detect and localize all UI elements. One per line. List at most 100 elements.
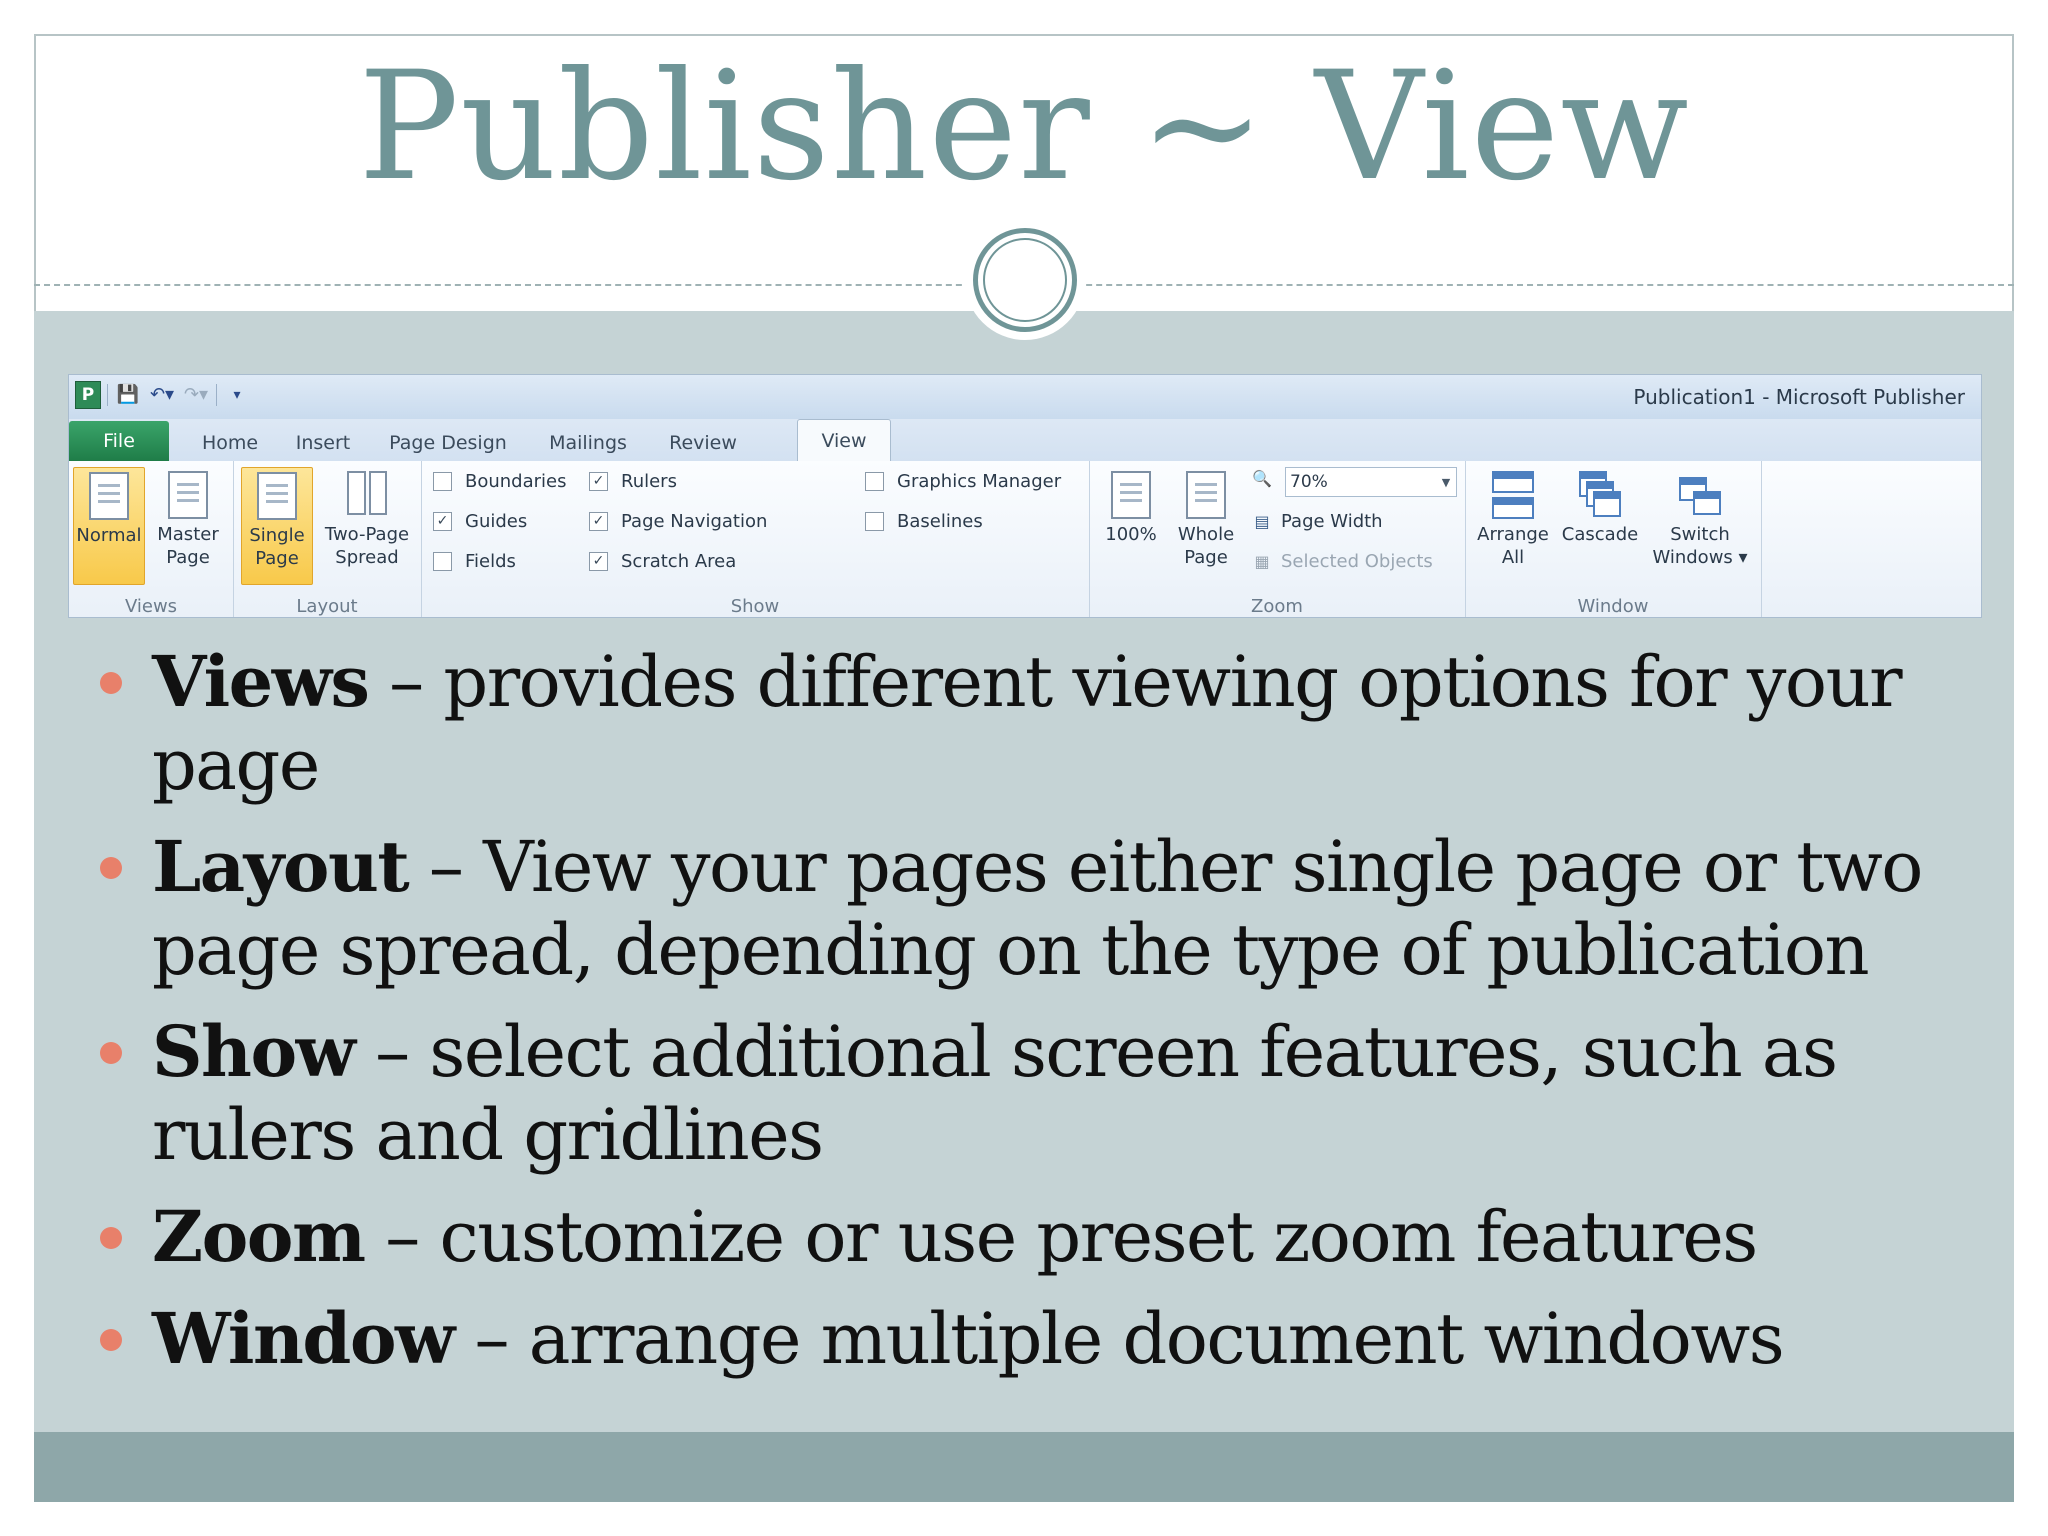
switch-windows-icon [1679, 471, 1721, 519]
single-page-icon [257, 472, 297, 520]
bullet-dot-icon [100, 1227, 122, 1249]
magnifier-icon: 🔍 [1252, 469, 1272, 488]
single-label-2: Page [255, 548, 299, 569]
scratch-area-checkbox[interactable]: ✓ Scratch Area [589, 551, 736, 572]
arrange-all-icon [1492, 471, 1534, 519]
tab-review[interactable]: Review [653, 425, 753, 461]
bullet-dot-icon [100, 857, 122, 879]
bullet-term: Window [152, 1297, 455, 1380]
arrange-all-button[interactable]: Arrange All [1473, 467, 1553, 583]
bullet-term: Show [152, 1010, 356, 1093]
bullet-dot-icon [100, 1042, 122, 1064]
arrange-label-1: Arrange [1477, 524, 1549, 545]
rulers-check[interactable]: ✓ [589, 472, 608, 491]
two-page-label-2: Spread [335, 547, 399, 568]
fields-check[interactable] [433, 552, 452, 571]
arrange-label-2: All [1501, 547, 1525, 568]
publisher-app-icon[interactable]: P [75, 381, 101, 409]
group-window: Arrange All Cascade Switch Windows ▾ Win… [1465, 461, 1762, 617]
page-width-label: Page Width [1281, 511, 1383, 532]
normal-page-icon [89, 472, 129, 520]
selected-objects-button[interactable]: ▦ Selected Objects [1251, 551, 1432, 572]
tab-view[interactable]: View [797, 419, 891, 463]
zoom-100-button[interactable]: 100% [1101, 467, 1161, 583]
fields-label: Fields [465, 551, 516, 572]
page-navigation-check[interactable]: ✓ [589, 512, 608, 531]
views-group-label: Views [124, 596, 178, 617]
scratch-area-label: Scratch Area [621, 551, 737, 572]
graphics-manager-check[interactable] [865, 472, 884, 491]
graphics-manager-label: Graphics Manager [897, 471, 1062, 492]
zoom-level-value: 70% [1290, 472, 1328, 492]
page-width-icon: ▤ [1254, 511, 1270, 531]
undo-icon[interactable]: ↶▾ [148, 382, 176, 408]
whole-label-1: Whole [1177, 524, 1235, 545]
guides-check[interactable]: ✓ [433, 512, 452, 531]
page-navigation-checkbox[interactable]: ✓ Page Navigation [589, 511, 767, 532]
bullet-term: Views [152, 640, 370, 723]
tab-mailings[interactable]: Mailings [533, 425, 643, 461]
bullet-dot-icon [100, 1329, 122, 1351]
tab-file[interactable]: File [69, 421, 169, 461]
cascade-button[interactable]: Cascade [1559, 467, 1641, 583]
group-show: Boundaries ✓ Guides Fields ✓ Rulers ✓ Pa… [421, 461, 1090, 617]
tab-home[interactable]: Home [187, 425, 273, 461]
page-width-button[interactable]: ▤ Page Width [1251, 511, 1383, 532]
switch-label-1: Switch [1670, 524, 1730, 545]
zoom-level-row: 🔍 [1251, 469, 1281, 489]
qat-separator [107, 384, 108, 406]
bullet-list: Views – provides different viewing optio… [100, 640, 1980, 1399]
switch-windows-button[interactable]: Switch Windows ▾ [1645, 467, 1755, 583]
layout-group-label: Layout [296, 596, 358, 617]
normal-view-button[interactable]: Normal [73, 467, 145, 585]
tab-page-design[interactable]: Page Design [373, 425, 523, 461]
bullet-dot-icon [100, 672, 122, 694]
quick-access-toolbar: P 💾 ↶▾ ↷▾ ▾ [75, 381, 251, 409]
bullet-text: – customize or use preset zoom features [364, 1196, 1758, 1278]
boundaries-check[interactable] [433, 472, 452, 491]
zoom-level-dropdown[interactable]: 70% ▼ [1285, 467, 1457, 497]
slide-title: Publisher ~ View [358, 40, 1690, 214]
chevron-down-icon[interactable]: ▼ [1436, 476, 1456, 489]
master-page-button[interactable]: Master Page [149, 467, 227, 583]
graphics-manager-checkbox[interactable]: Graphics Manager [865, 471, 1061, 492]
guides-label: Guides [465, 511, 528, 532]
bullet-zoom: Zoom – customize or use preset zoom feat… [100, 1195, 1980, 1279]
two-page-spread-icon [347, 471, 387, 519]
master-page-icon [168, 471, 208, 519]
scratch-area-check[interactable]: ✓ [589, 552, 608, 571]
bullet-window: Window – arrange multiple document windo… [100, 1297, 1980, 1381]
publisher-ribbon: P 💾 ↶▾ ↷▾ ▾ Publication1 - Microsoft Pub… [68, 374, 1982, 618]
cascade-icon [1579, 471, 1621, 519]
bullet-text: – arrange multiple document windows [453, 1298, 1785, 1380]
zoom-100-label: 100% [1105, 524, 1157, 545]
baselines-checkbox[interactable]: Baselines [865, 511, 983, 532]
redo-icon[interactable]: ↷▾ [182, 382, 210, 408]
customize-qat-icon[interactable]: ▾ [223, 382, 251, 408]
selected-objects-icon: ▦ [1254, 551, 1270, 571]
normal-label: Normal [76, 525, 142, 546]
divider-circle-icon [973, 228, 1077, 332]
boundaries-label: Boundaries [465, 471, 567, 492]
bullet-layout: Layout – View your pages either single p… [100, 825, 1980, 992]
guides-checkbox[interactable]: ✓ Guides [433, 511, 527, 532]
two-page-spread-button[interactable]: Two-Page Spread [317, 467, 417, 583]
save-icon[interactable]: 💾 [114, 382, 142, 408]
baselines-check[interactable] [865, 512, 884, 531]
master-label-2: Page [166, 547, 210, 568]
boundaries-checkbox[interactable]: Boundaries [433, 471, 567, 492]
zoom-100-icon [1111, 471, 1151, 519]
show-group-label: Show [730, 596, 780, 617]
rulers-checkbox[interactable]: ✓ Rulers [589, 471, 677, 492]
group-zoom: 100% Whole Page 🔍 70% ▼ ▤ Page Width ▦ S… [1089, 461, 1466, 617]
title-bar: P 💾 ↶▾ ↷▾ ▾ Publication1 - Microsoft Pub… [69, 375, 1981, 419]
whole-label-2: Page [1184, 547, 1228, 568]
rulers-label: Rulers [621, 471, 677, 492]
single-page-button[interactable]: Single Page [241, 467, 313, 585]
whole-page-button[interactable]: Whole Page [1171, 467, 1241, 583]
fields-checkbox[interactable]: Fields [433, 551, 516, 572]
whole-page-icon [1186, 471, 1226, 519]
tab-insert[interactable]: Insert [283, 425, 363, 461]
zoom-group-label: Zoom [1251, 596, 1303, 617]
cascade-label: Cascade [1561, 524, 1639, 545]
